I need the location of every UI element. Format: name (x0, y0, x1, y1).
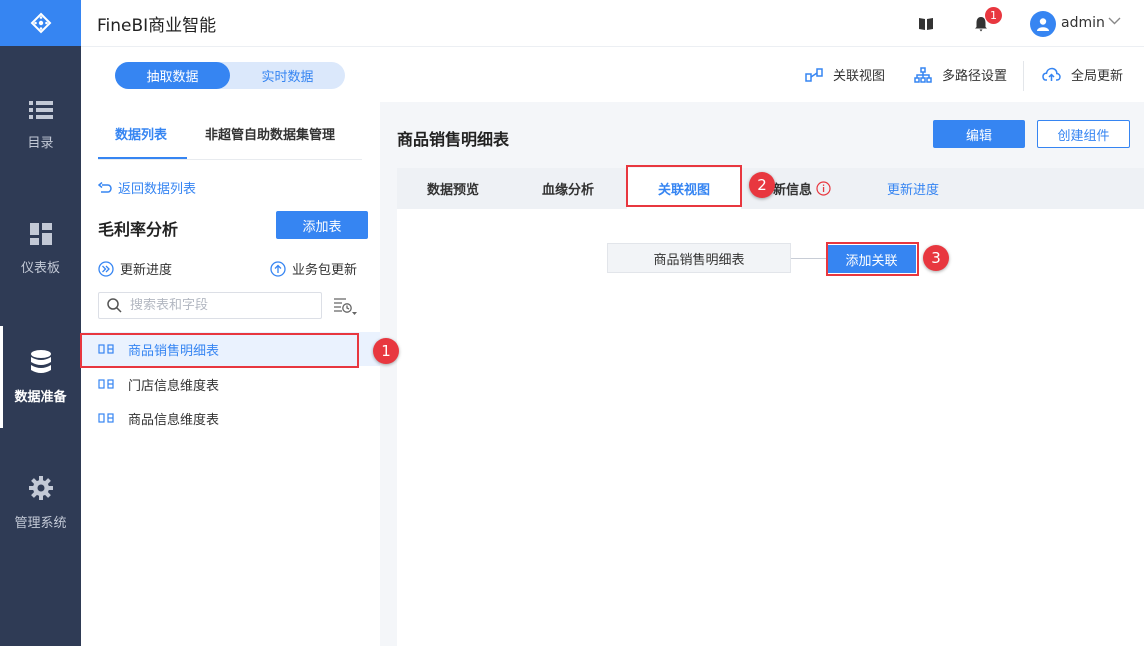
nav-item-dashboard[interactable]: 仪表板 (0, 194, 81, 304)
tab-update-progress[interactable]: 更新进度 (887, 168, 939, 209)
gear-icon (28, 475, 53, 500)
create-component-button[interactable]: 创建组件 (1037, 120, 1130, 148)
return-arrow-icon (98, 181, 112, 193)
callout-badge-3: 3 (923, 245, 949, 271)
table-node[interactable]: 商品销售明细表 (607, 243, 791, 273)
filter-sort-icon[interactable] (333, 297, 357, 317)
tab-update-info-label: 新信息 (773, 183, 813, 198)
nav-item-admin[interactable]: 管理系统 (0, 448, 81, 558)
finebi-logo-icon (30, 12, 51, 34)
package-title: 毛利率分析 (98, 220, 179, 239)
tab-active-indicator (98, 157, 187, 159)
table-item-label: 门店信息维度表 (128, 378, 220, 394)
left-nav: 目录 仪表板 数据准备 管理系统 (0, 0, 81, 646)
table-item-product-dim[interactable]: 商品信息维度表 (81, 401, 380, 435)
info-icon (816, 181, 831, 196)
book-icon[interactable] (918, 17, 934, 31)
user-name[interactable]: admin (1061, 15, 1105, 31)
table-item-label: 商品信息维度表 (128, 412, 220, 428)
mode-switch: 抽取数据 实时数据 (115, 62, 345, 89)
back-link-label: 返回数据列表 (118, 182, 197, 197)
relation-view-icon (805, 67, 823, 82)
dashboard-icon (29, 222, 52, 245)
package-update-label: 业务包更新 (292, 263, 358, 278)
relation-canvas: 商品销售明细表 添加关联 (397, 209, 1144, 646)
table-icon (98, 379, 114, 389)
relation-connector (791, 258, 827, 259)
callout-badge-1: 1 (373, 338, 399, 364)
global-update-label: 全局更新 (1071, 69, 1124, 84)
table-item-store-dim[interactable]: 门店信息维度表 (81, 367, 380, 401)
hierarchy-icon (914, 66, 932, 83)
search-icon (107, 298, 122, 313)
nav-item-catalog[interactable]: 目录 (0, 70, 81, 180)
user-icon (1037, 18, 1049, 31)
nav-label: 仪表板 (20, 260, 60, 276)
search-field (98, 292, 322, 319)
update-progress-button[interactable]: 更新进度 (98, 259, 172, 278)
callout-highlight-1 (80, 333, 359, 368)
database-icon (30, 349, 51, 373)
list-icon (28, 100, 53, 119)
avatar[interactable] (1030, 11, 1056, 37)
back-to-list-link[interactable]: 返回数据列表 (98, 178, 196, 197)
top-header: FineBI商业智能 1 admin (81, 0, 1144, 47)
add-table-button[interactable]: 添加表 (276, 211, 368, 239)
data-list-panel: 数据列表 非超管自助数据集管理 返回数据列表 毛利率分析 添加表 更新进度 业务… (81, 102, 380, 646)
callout-badge-2: 2 (749, 172, 775, 198)
edit-button[interactable]: 编辑 (933, 120, 1025, 148)
double-chevron-icon (98, 260, 114, 277)
nav-item-data-prep[interactable]: 数据准备 (0, 322, 81, 432)
tab-self-service-dataset[interactable]: 非超管自助数据集管理 (205, 124, 335, 143)
callout-highlight-2 (626, 165, 742, 207)
table-title: 商品销售明细表 (397, 130, 510, 149)
cloud-upload-icon (1042, 67, 1061, 81)
mode-realtime-button[interactable]: 实时数据 (230, 62, 345, 89)
callout-highlight-3 (826, 242, 919, 276)
tab-divider (98, 159, 362, 160)
tab-data-preview[interactable]: 数据预览 (427, 168, 479, 209)
package-update-button[interactable]: 业务包更新 (270, 259, 357, 278)
nav-label: 管理系统 (14, 515, 67, 531)
search-input[interactable] (130, 298, 310, 313)
upload-circle-icon (270, 260, 286, 277)
relation-view-label: 关联视图 (833, 69, 886, 84)
tab-update-info[interactable]: 新信息 (773, 168, 831, 209)
mode-extract-button[interactable]: 抽取数据 (115, 62, 230, 89)
multipath-settings-button[interactable]: 多路径设置 (914, 65, 1007, 84)
table-icon (98, 413, 114, 423)
tab-lineage[interactable]: 血缘分析 (542, 168, 594, 209)
nav-label: 目录 (27, 135, 54, 151)
notification-badge: 1 (985, 7, 1002, 24)
update-progress-label: 更新进度 (120, 263, 173, 278)
app-title: FineBI商业智能 (97, 16, 217, 36)
nav-label: 数据准备 (14, 389, 67, 405)
logo[interactable] (0, 0, 81, 46)
chevron-down-icon[interactable] (1108, 17, 1121, 25)
toolbar-divider (1023, 61, 1024, 91)
tab-data-list[interactable]: 数据列表 (115, 124, 167, 143)
multipath-settings-label: 多路径设置 (942, 69, 1008, 84)
relation-view-button[interactable]: 关联视图 (805, 65, 885, 84)
toolbar: 抽取数据 实时数据 关联视图 多路径设置 全局更新 (81, 47, 1144, 102)
global-update-button[interactable]: 全局更新 (1042, 65, 1123, 84)
